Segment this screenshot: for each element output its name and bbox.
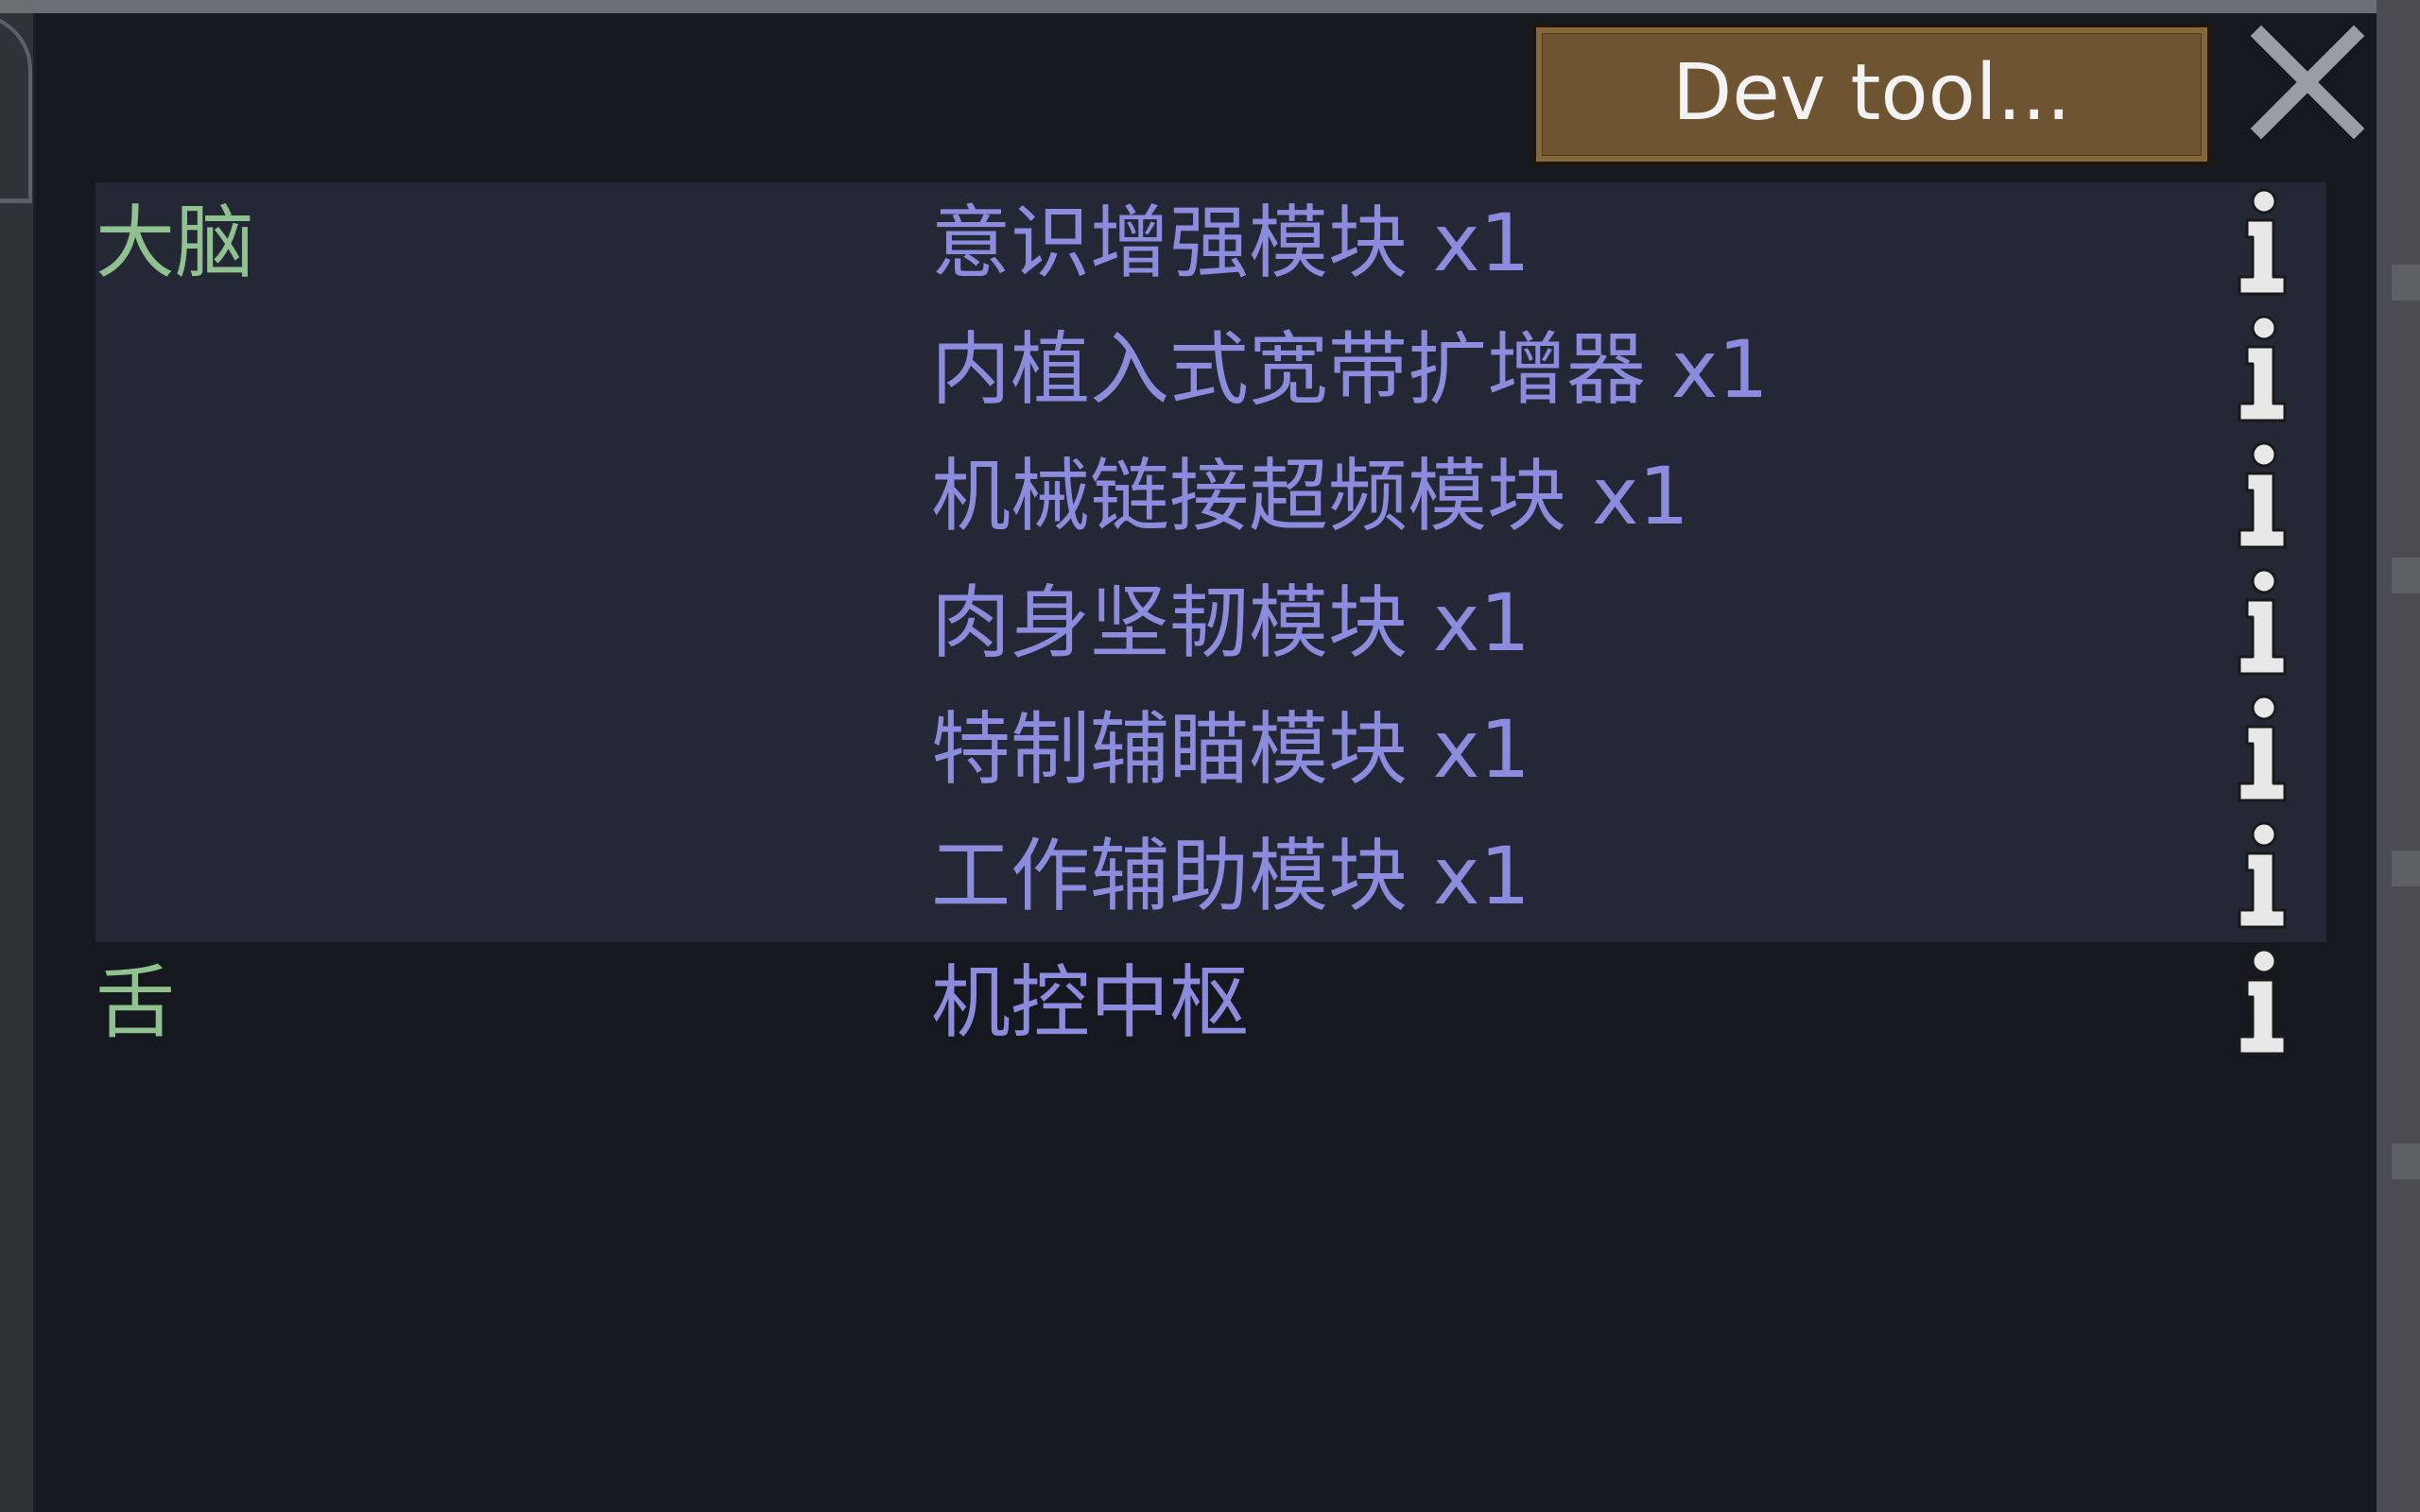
panel-corner-curve xyxy=(0,13,32,202)
dev-tools-button[interactable]: Dev tool... xyxy=(1531,23,2212,166)
info-icon[interactable] xyxy=(2226,313,2302,426)
body-part-label: 舌 xyxy=(95,956,176,1049)
hediff-row: 大脑 意识增强模块 x1 xyxy=(95,182,2326,309)
edge-band xyxy=(2392,558,2420,593)
hediff-label: 特制辅瞄模块 x1 xyxy=(931,703,1530,796)
hediff-row: 肉身坚韧模块 x1 xyxy=(95,562,2326,689)
edge-band xyxy=(2392,265,2420,301)
info-icon[interactable] xyxy=(2226,693,2302,806)
hediff-table: 大脑 意识增强模块 x1 内植入式宽带扩增器 x1 机械链接超频模块 x1 肉身… xyxy=(95,182,2326,1069)
right-scroll-edge xyxy=(2377,0,2420,1512)
edge-band xyxy=(2392,850,2420,886)
body-part-group: 舌 机控中枢 xyxy=(95,942,2326,1069)
hediff-label: 机控中枢 xyxy=(931,956,1250,1049)
info-icon[interactable] xyxy=(2226,439,2302,553)
window-top-edge xyxy=(0,0,2420,13)
hediff-label: 工作辅助模块 x1 xyxy=(931,830,1530,922)
info-icon[interactable] xyxy=(2226,946,2302,1059)
hediff-row: 工作辅助模块 x1 xyxy=(95,816,2326,942)
body-part-label: 大脑 xyxy=(95,197,255,289)
hediff-row: 特制辅瞄模块 x1 xyxy=(95,689,2326,816)
panel-divider xyxy=(0,198,32,203)
body-part-group: 大脑 意识增强模块 x1 内植入式宽带扩增器 x1 机械链接超频模块 x1 肉身… xyxy=(95,182,2326,942)
hediff-label: 意识增强模块 x1 xyxy=(931,197,1530,289)
hediff-label: 肉身坚韧模块 x1 xyxy=(931,576,1530,669)
close-icon[interactable] xyxy=(2250,25,2365,140)
info-icon[interactable] xyxy=(2226,186,2302,300)
info-icon[interactable] xyxy=(2226,566,2302,679)
hediff-label: 机械链接超频模块 x1 xyxy=(931,450,1689,542)
left-panel-edge xyxy=(0,13,36,1512)
hediff-label: 内植入式宽带扩增器 x1 xyxy=(931,323,1769,416)
hediff-row: 舌 机控中枢 xyxy=(95,942,2326,1069)
edge-band xyxy=(2392,1143,2420,1179)
hediff-row: 内植入式宽带扩增器 x1 xyxy=(95,309,2326,436)
info-icon[interactable] xyxy=(2226,819,2302,933)
hediff-row: 机械链接超频模块 x1 xyxy=(95,436,2326,562)
